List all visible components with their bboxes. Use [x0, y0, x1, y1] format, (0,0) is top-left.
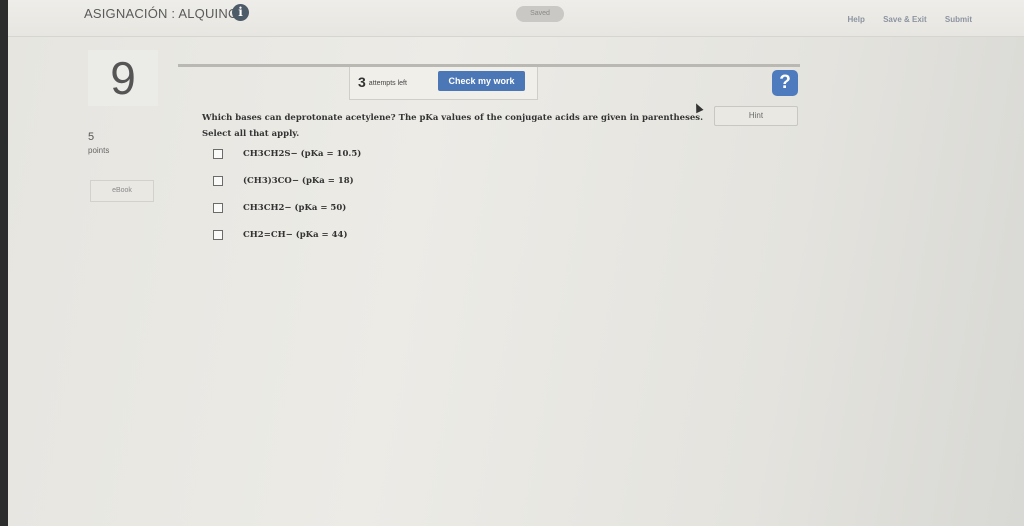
attempts-count: 3: [358, 74, 366, 90]
question-line-2: Select all that apply.: [202, 129, 300, 139]
info-icon[interactable]: i: [232, 4, 249, 21]
option-1[interactable]: CH3CH2S− (pKa = 10.5): [213, 149, 361, 159]
option-label: CH2=CH− (pKa = 44): [243, 230, 348, 240]
save-exit-link[interactable]: Save & Exit: [883, 15, 927, 24]
question-number: 9: [88, 50, 158, 106]
option-3[interactable]: CH3CH2− (pKa = 50): [213, 203, 346, 213]
checkbox[interactable]: [213, 230, 223, 240]
question-line-1: Which bases can deprotonate acetylene? T…: [202, 113, 704, 123]
option-label: CH3CH2S− (pKa = 10.5): [243, 149, 362, 159]
checkbox[interactable]: [213, 176, 223, 186]
points-value: 5: [88, 131, 95, 143]
assignment-title: ASIGNACIÓN : ALQUINOS: [84, 6, 248, 21]
top-links: Help Save & Exit Submit: [832, 15, 973, 24]
attempts-label: attempts left: [368, 80, 407, 87]
question-text: Which bases can deprotonate acetylene? T…: [202, 110, 703, 142]
question-mark-icon[interactable]: ?: [772, 70, 798, 96]
ebook-button[interactable]: eBook: [90, 180, 154, 202]
check-my-work-button[interactable]: Check my work: [438, 71, 525, 91]
attempts-panel: 3 attempts left Check my work: [349, 67, 538, 100]
hint-button[interactable]: Hint: [714, 106, 798, 126]
saved-status: Saved: [516, 6, 564, 22]
option-label: (CH3)3CO− (pKa = 18): [243, 176, 354, 186]
attempts-left: 3 attempts left: [358, 74, 407, 90]
help-link[interactable]: Help: [848, 15, 865, 24]
points-label: points: [88, 146, 110, 155]
screen: ASIGNACIÓN : ALQUINOS i Saved Help Save …: [8, 0, 1024, 526]
option-4[interactable]: CH2=CH− (pKa = 44): [213, 230, 347, 240]
submit-link[interactable]: Submit: [945, 15, 972, 24]
option-label: CH3CH2− (pKa = 50): [243, 203, 347, 213]
checkbox[interactable]: [213, 149, 223, 159]
top-bar: ASIGNACIÓN : ALQUINOS i Saved Help Save …: [8, 0, 1024, 37]
checkbox[interactable]: [213, 203, 223, 213]
option-2[interactable]: (CH3)3CO− (pKa = 18): [213, 176, 354, 186]
